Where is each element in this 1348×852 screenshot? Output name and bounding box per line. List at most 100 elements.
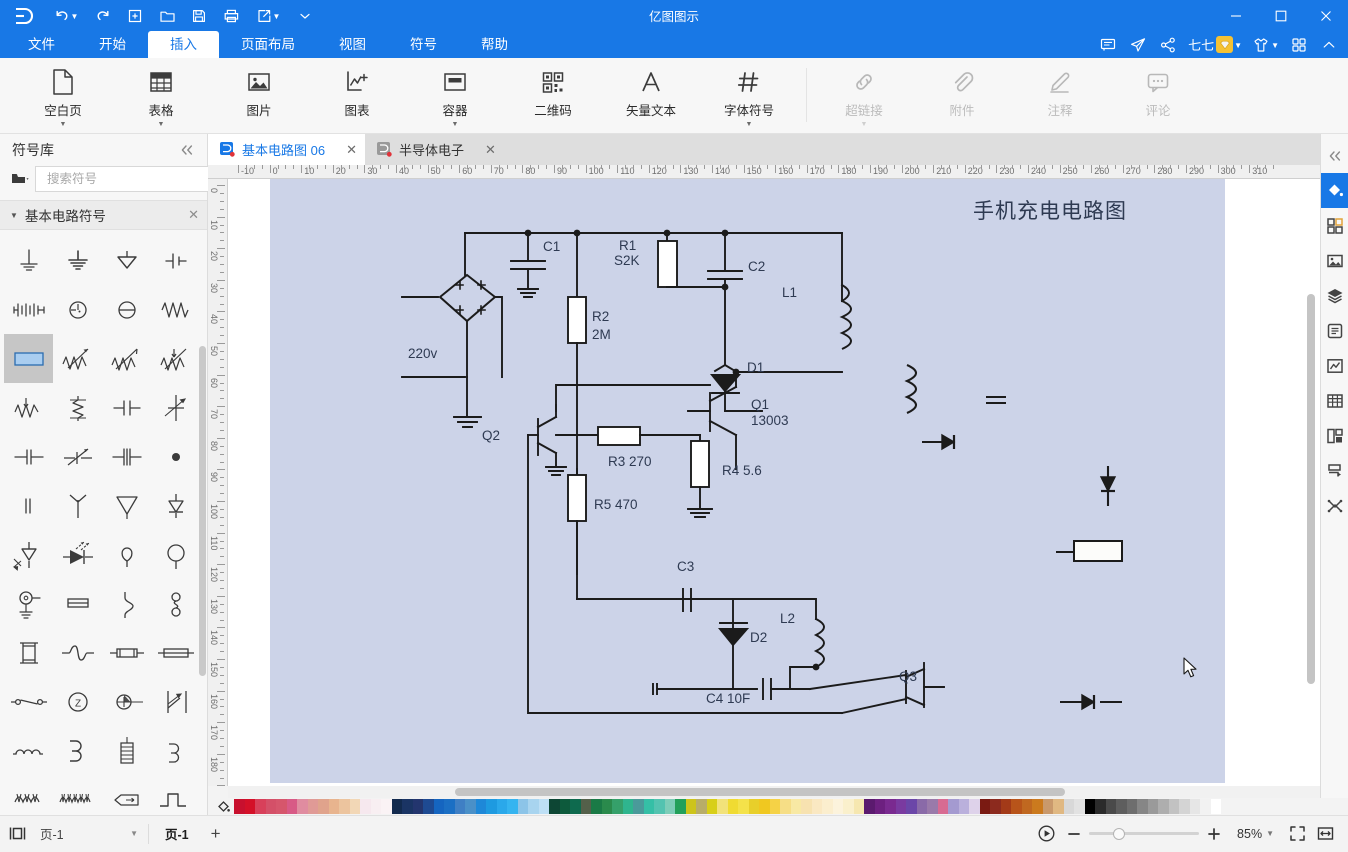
transformer-core-symbol[interactable]	[4, 628, 53, 677]
vertical-ruler[interactable]: 0102030405060708090100110120130140150160…	[208, 179, 228, 786]
close-icon[interactable]	[1303, 0, 1348, 31]
ribbon-table[interactable]: 表格 ▼	[112, 58, 210, 132]
color-swatch[interactable]	[854, 799, 865, 814]
battery-symbol[interactable]	[4, 285, 53, 334]
page-tab-1[interactable]: 页-1	[153, 816, 201, 852]
color-swatch[interactable]	[623, 799, 634, 814]
color-swatch[interactable]	[444, 799, 455, 814]
color-swatch[interactable]	[644, 799, 655, 814]
color-swatch[interactable]	[245, 799, 256, 814]
mindmap-panel-icon[interactable]	[1321, 488, 1348, 523]
doc-tab-basic-circuit[interactable]: 基本电路图 06 ✕	[208, 134, 365, 165]
quick-style-icon[interactable]	[1321, 208, 1348, 243]
color-swatch[interactable]	[675, 799, 686, 814]
varistor-symbol[interactable]	[151, 334, 200, 383]
page-view-icon[interactable]	[0, 816, 34, 852]
color-swatch[interactable]	[1085, 799, 1096, 814]
color-swatch[interactable]	[434, 799, 445, 814]
open-file-button[interactable]	[152, 3, 182, 29]
new-file-button[interactable]	[120, 3, 150, 29]
canvas-viewport[interactable]: 手机充电电路图	[228, 179, 1320, 786]
layers-icon[interactable]	[1321, 278, 1348, 313]
caret-down-icon[interactable]: ▼	[1266, 829, 1274, 838]
export-button[interactable]: ▼	[248, 3, 288, 29]
impedance-symbol[interactable]: Z	[53, 677, 102, 726]
color-swatch[interactable]	[329, 799, 340, 814]
feedback-icon[interactable]	[1095, 33, 1121, 57]
color-swatch[interactable]	[507, 799, 518, 814]
dc-source-symbol[interactable]	[102, 285, 151, 334]
color-swatch[interactable]	[497, 799, 508, 814]
color-swatch[interactable]	[843, 799, 854, 814]
color-swatch[interactable]	[938, 799, 949, 814]
menu-tab-file[interactable]: 文件	[6, 31, 77, 58]
color-swatch[interactable]	[980, 799, 991, 814]
color-swatch[interactable]	[350, 799, 361, 814]
undo-button[interactable]: ▼	[46, 3, 86, 29]
potentiometer-symbol[interactable]	[53, 334, 102, 383]
color-swatch[interactable]	[528, 799, 539, 814]
terminal-symbol[interactable]	[4, 481, 53, 530]
polarized-capacitor-symbol[interactable]	[102, 432, 151, 481]
apps-grid-icon[interactable]	[1286, 33, 1312, 57]
wave-symbol[interactable]	[53, 628, 102, 677]
capacitor-symbol[interactable]	[102, 383, 151, 432]
color-swatch[interactable]	[276, 799, 287, 814]
color-swatch[interactable]	[402, 799, 413, 814]
color-swatch[interactable]	[539, 799, 550, 814]
ground-earth-symbol[interactable]	[4, 236, 53, 285]
color-swatch[interactable]	[833, 799, 844, 814]
ribbon-blank-page[interactable]: 空白页 ▼	[14, 58, 112, 132]
coil-loop-symbol[interactable]	[151, 579, 200, 628]
color-swatch[interactable]	[885, 799, 896, 814]
horizontal-ruler[interactable]: -100102030405060708090100110120130140150…	[208, 165, 1320, 179]
color-swatch[interactable]	[812, 799, 823, 814]
ribbon-hyperlink[interactable]: 超链接 ▼	[815, 58, 913, 132]
trimmer-capacitor-symbol[interactable]	[53, 432, 102, 481]
ribbon-annotation[interactable]: 注释	[1011, 58, 1109, 132]
color-swatch[interactable]	[1116, 799, 1127, 814]
doc-tab-semiconductor[interactable]: 半导体电子 ✕	[365, 134, 504, 165]
theme-icon[interactable]: ▼	[1249, 33, 1282, 57]
library-section-basic-circuit[interactable]: ▼ 基本电路符号 ✕	[0, 200, 207, 230]
diode-zener-symbol[interactable]	[151, 481, 200, 530]
close-icon[interactable]: ✕	[188, 207, 199, 223]
color-swatch[interactable]	[234, 799, 245, 814]
align-panel-icon[interactable]	[1321, 453, 1348, 488]
vertical-scrollbar-thumb[interactable]	[1307, 294, 1315, 684]
fuse-symbol[interactable]	[102, 628, 151, 677]
color-swatch[interactable]	[633, 799, 644, 814]
antenna-symbol[interactable]	[53, 481, 102, 530]
color-swatch[interactable]	[381, 799, 392, 814]
ribbon-qrcode[interactable]: 二维码	[504, 58, 602, 132]
color-swatch[interactable]	[665, 799, 676, 814]
color-swatch[interactable]	[707, 799, 718, 814]
color-swatch[interactable]	[339, 799, 350, 814]
resistor-box-symbol[interactable]	[4, 334, 53, 383]
add-page-button[interactable]: +	[201, 816, 231, 852]
color-swatch[interactable]	[612, 799, 623, 814]
color-swatch[interactable]	[266, 799, 277, 814]
minimize-icon[interactable]	[1213, 0, 1258, 31]
color-swatch[interactable]	[696, 799, 707, 814]
variable-capacitor-symbol[interactable]	[151, 383, 200, 432]
zoom-slider-knob[interactable]	[1113, 828, 1125, 840]
resistor-vertical-symbol[interactable]	[53, 383, 102, 432]
color-swatch[interactable]	[896, 799, 907, 814]
color-swatch[interactable]	[1158, 799, 1169, 814]
color-swatch[interactable]	[917, 799, 928, 814]
page-selector[interactable]: 页-1 ▼	[34, 822, 144, 846]
table-panel-icon[interactable]	[1321, 383, 1348, 418]
color-swatch[interactable]	[780, 799, 791, 814]
color-swatch[interactable]	[581, 799, 592, 814]
save-button[interactable]	[184, 3, 214, 29]
plate-symbol[interactable]	[53, 579, 102, 628]
menu-tab-symbol[interactable]: 符号	[388, 31, 459, 58]
close-icon[interactable]: ✕	[346, 142, 357, 158]
color-swatch[interactable]	[318, 799, 329, 814]
image-icon[interactable]	[1321, 243, 1348, 278]
color-swatch[interactable]	[465, 799, 476, 814]
transformer-symbol[interactable]	[4, 775, 53, 815]
color-swatch[interactable]	[1200, 799, 1211, 814]
menu-tab-home[interactable]: 开始	[77, 31, 148, 58]
